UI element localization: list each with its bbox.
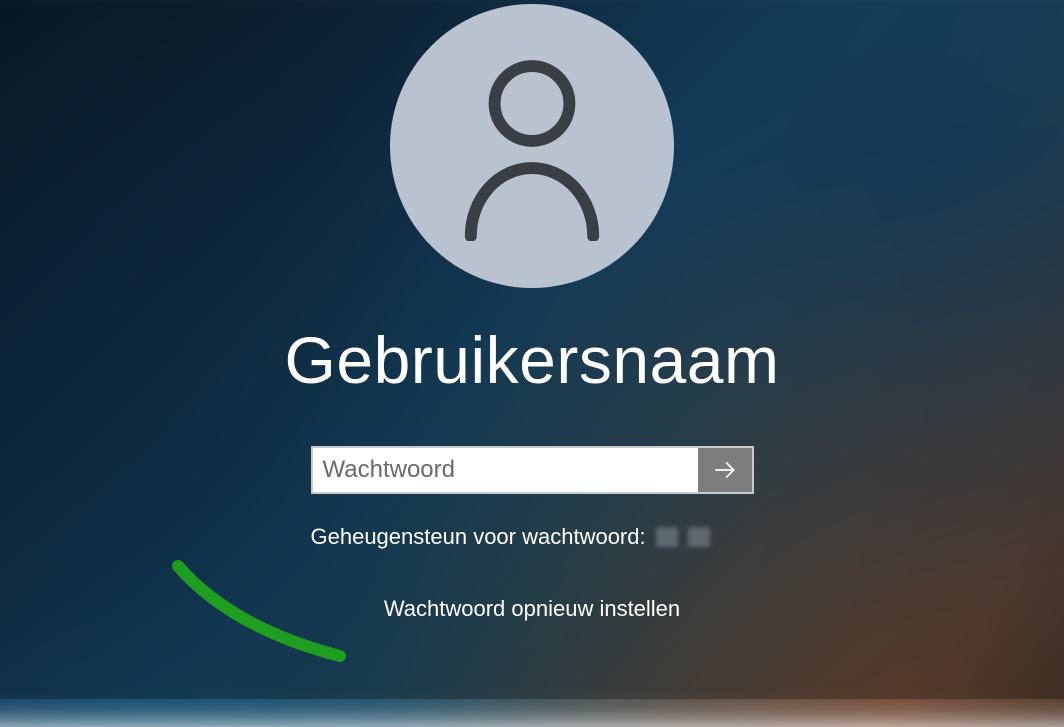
arrow-right-icon <box>712 457 738 483</box>
submit-button[interactable] <box>698 448 752 492</box>
username-label: Gebruikersnaam <box>285 322 780 398</box>
reset-password-link[interactable]: Wachtwoord opnieuw instellen <box>384 596 680 622</box>
password-input[interactable] <box>313 448 698 492</box>
password-hint-row: Geheugensteun voor wachtwoord: <box>311 524 754 550</box>
user-avatar <box>390 4 674 288</box>
password-row <box>311 446 754 494</box>
login-screen: Gebruikersnaam Geheugensteun voor wachtw… <box>0 0 1064 699</box>
user-icon <box>447 51 617 241</box>
password-hint-value-redacted <box>656 527 710 547</box>
password-hint-label: Geheugensteun voor wachtwoord: <box>311 524 646 550</box>
